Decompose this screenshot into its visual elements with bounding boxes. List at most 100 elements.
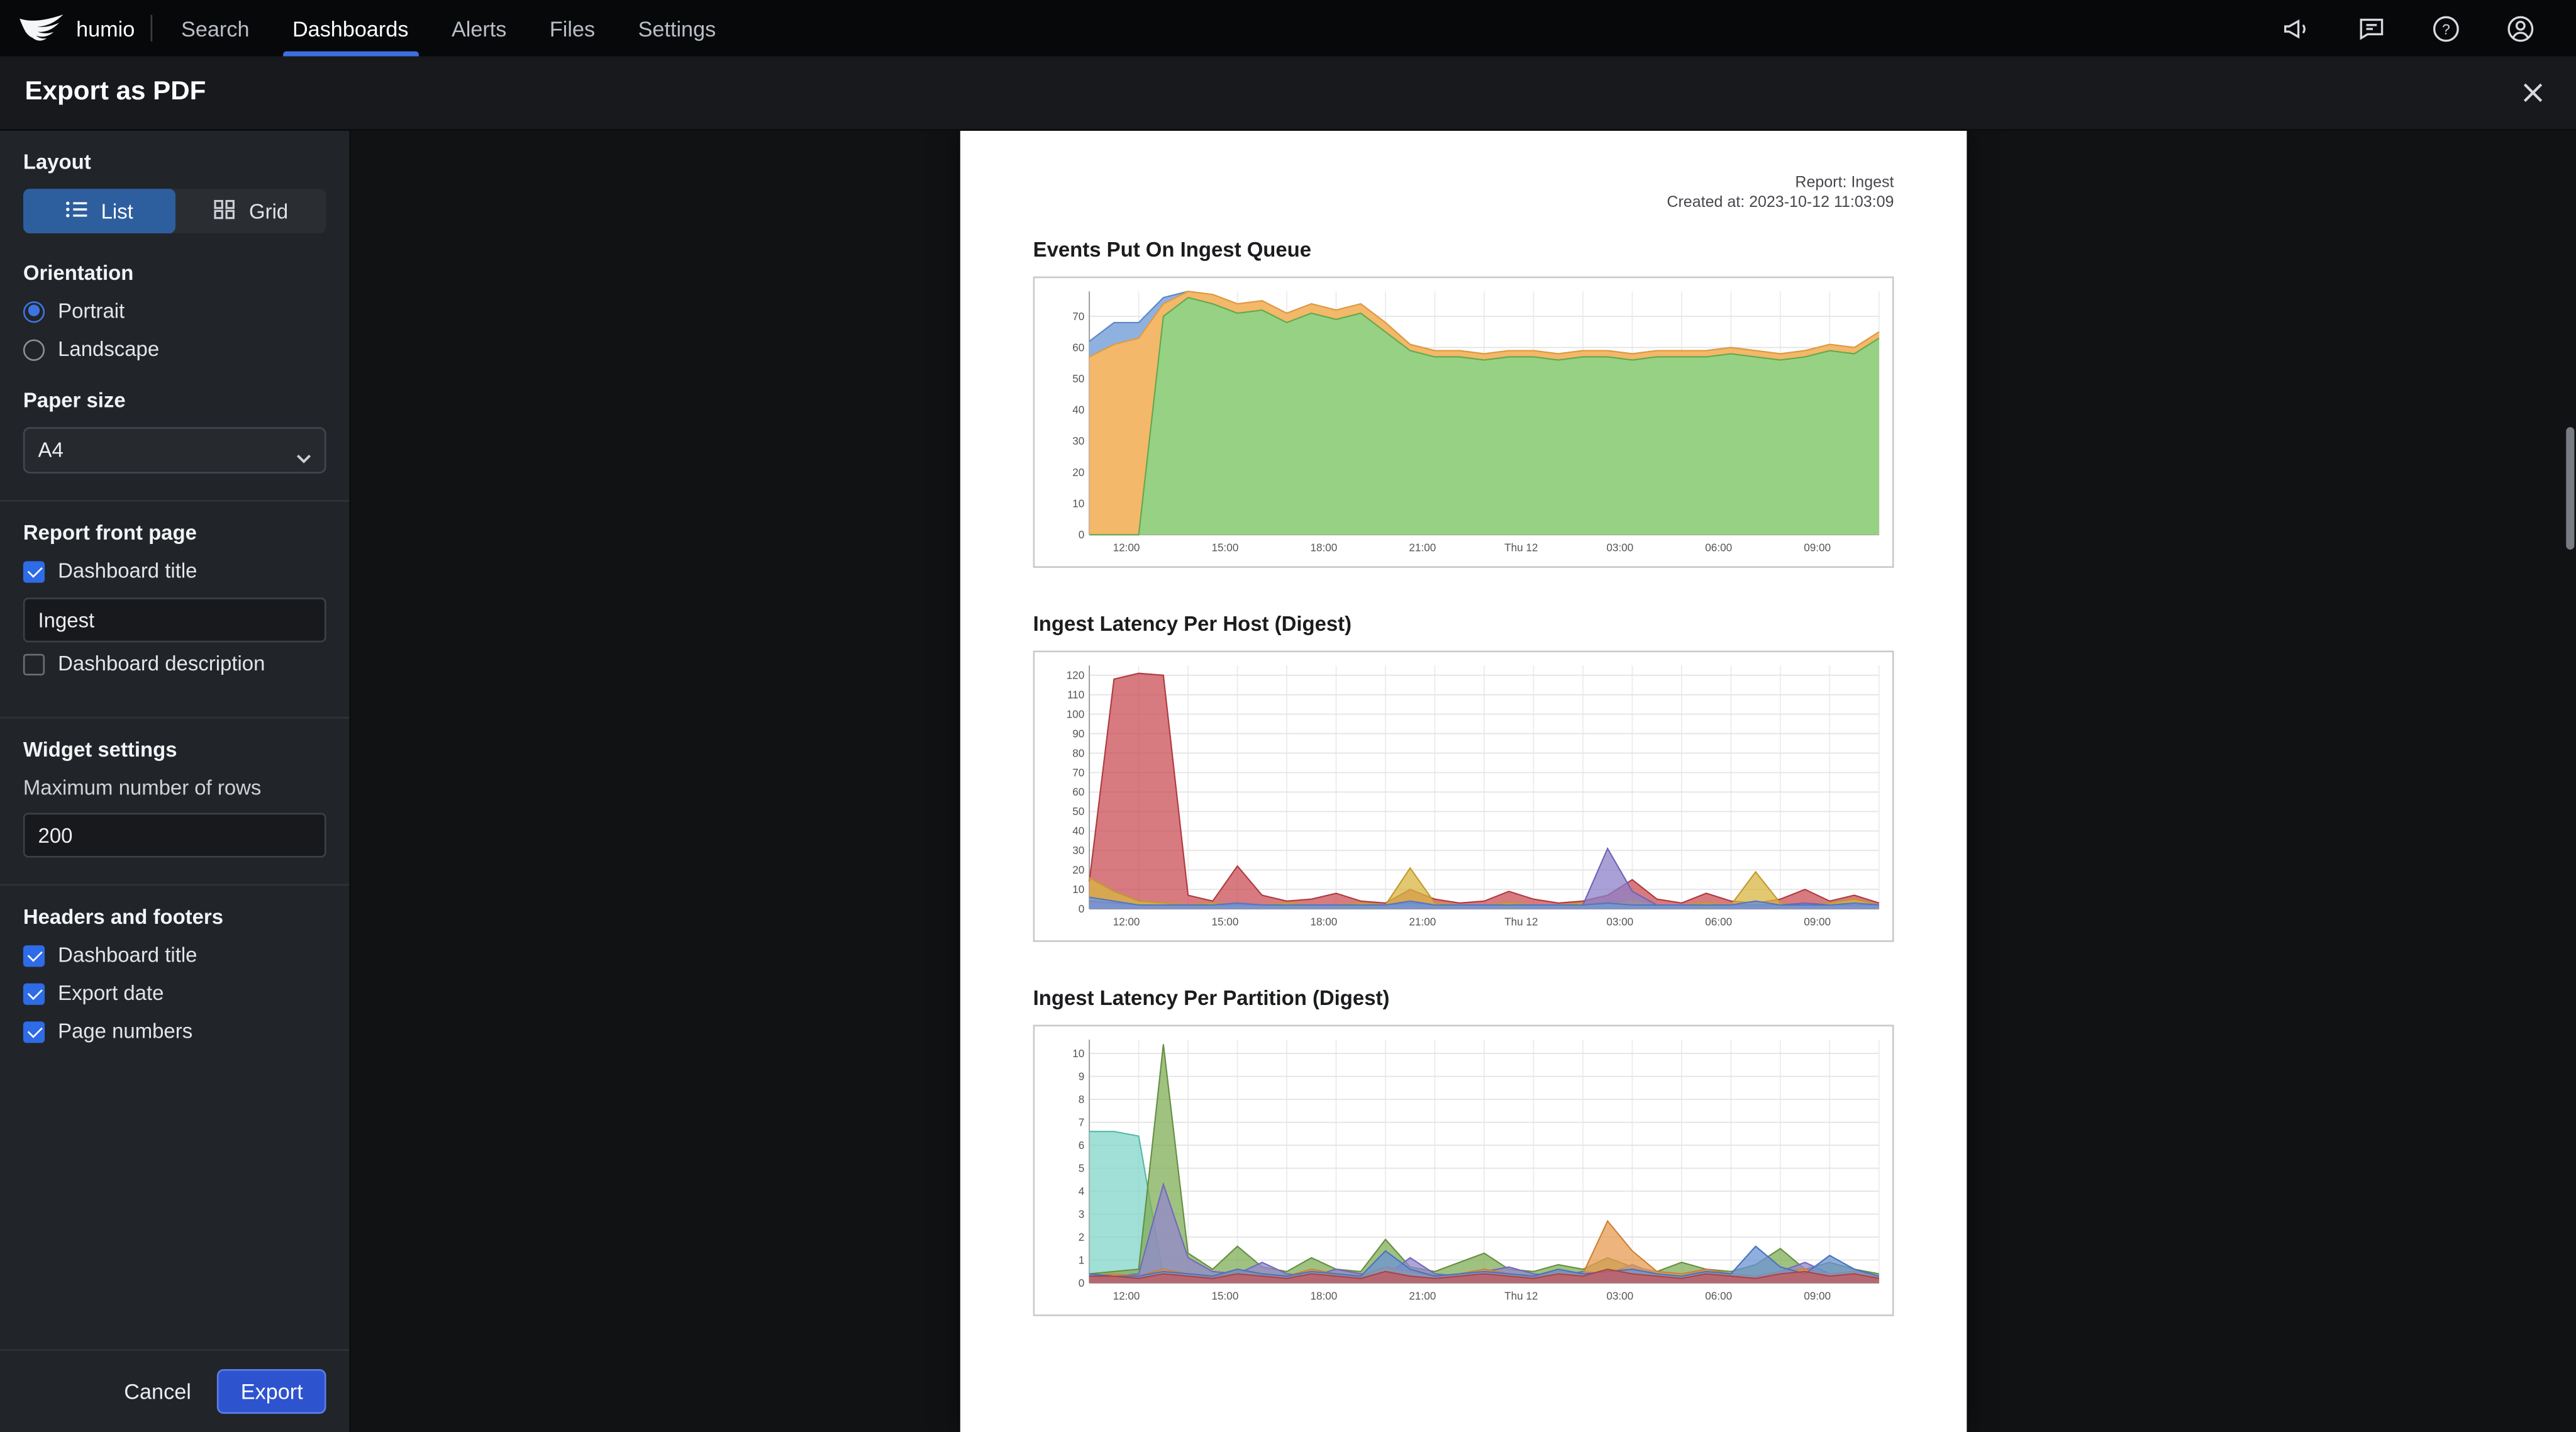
hf-page-numbers-option[interactable]: Page numbers: [23, 1020, 326, 1043]
cancel-button[interactable]: Cancel: [124, 1379, 191, 1404]
report-created-line: Created at: 2023-10-12 11:03:09: [1667, 193, 1894, 212]
max-rows-input[interactable]: [23, 813, 326, 858]
landscape-radio[interactable]: [23, 338, 45, 360]
headers-footers-heading: Headers and footers: [23, 905, 224, 929]
svg-text:30: 30: [1072, 845, 1084, 857]
orientation-portrait-option[interactable]: Portrait: [23, 299, 326, 323]
nav-item-files[interactable]: Files: [528, 0, 617, 57]
dashboard-title-input[interactable]: [23, 597, 326, 643]
svg-text:03:00: 03:00: [1606, 542, 1633, 554]
pdf-preview-page: Report: Ingest Created at: 2023-10-12 11…: [960, 130, 1967, 1432]
hf-export-date-label: Export date: [58, 982, 164, 1005]
svg-text:15:00: 15:00: [1212, 542, 1239, 554]
nav-item-alerts[interactable]: Alerts: [430, 0, 528, 57]
help-icon[interactable]: ?: [2430, 13, 2462, 44]
announcement-icon[interactable]: [2281, 13, 2312, 44]
chart-events-put-on-ingest-queue: 0 10 20 30 40 50 60 70 12:00 15:00 18:00 21:00 Thu 1…: [1033, 276, 1894, 568]
preview-backdrop: Report: Ingest Created at: 2023-10-12 11…: [351, 130, 2576, 1432]
svg-text:10: 10: [1072, 1048, 1084, 1060]
paper-size-select-wrap: A4: [23, 427, 326, 474]
svg-text:110: 110: [1067, 689, 1084, 701]
paper-size-select[interactable]: A4: [23, 427, 326, 474]
nav-right-icons: ?: [2281, 13, 2559, 44]
layout-list-label: List: [101, 199, 133, 223]
svg-text:20: 20: [1072, 467, 1084, 479]
report-name-line: Report: Ingest: [1795, 174, 1894, 192]
svg-text:40: 40: [1072, 825, 1084, 837]
nav-item-dashboards[interactable]: Dashboards: [271, 0, 430, 57]
scrollbar-thumb[interactable]: [2566, 427, 2575, 550]
falcon-logo-icon[interactable]: [16, 10, 66, 47]
front-page-heading: Report front page: [23, 521, 197, 545]
svg-text:1: 1: [1079, 1254, 1085, 1266]
hf-dashboard-title-option[interactable]: Dashboard title: [23, 943, 326, 967]
nav-item-settings[interactable]: Settings: [616, 0, 737, 57]
svg-text:18:00: 18:00: [1310, 916, 1337, 928]
layout-group: Layout List Grid Orientation Portrait La…: [0, 131, 350, 502]
svg-text:21:00: 21:00: [1409, 916, 1436, 928]
portrait-label: Portrait: [58, 299, 125, 323]
hf-dashboard-title-checkbox[interactable]: [23, 944, 45, 967]
orientation-landscape-option[interactable]: Landscape: [23, 338, 326, 361]
svg-text:7: 7: [1079, 1116, 1085, 1128]
hf-export-date-checkbox[interactable]: [23, 982, 45, 1004]
chart-ingest-latency-per-host: 0 10 20 30 40 50 60 70 80 90 100 110 120 12:00 15:00 18…: [1033, 650, 1894, 942]
max-rows-label: Maximum number of rows: [23, 776, 262, 800]
svg-text:0: 0: [1079, 1277, 1085, 1289]
svg-text:60: 60: [1072, 341, 1084, 353]
feedback-icon[interactable]: [2356, 13, 2387, 44]
front-dashboard-title-checkbox[interactable]: [23, 560, 45, 582]
nav-divider: [151, 14, 153, 42]
svg-text:10: 10: [1072, 497, 1084, 509]
hf-export-date-option[interactable]: Export date: [23, 982, 326, 1005]
svg-text:120: 120: [1067, 669, 1085, 681]
svg-text:15:00: 15:00: [1212, 1290, 1239, 1302]
layout-grid-label: Grid: [249, 199, 289, 223]
landscape-label: Landscape: [58, 338, 160, 361]
svg-text:Thu 12: Thu 12: [1504, 916, 1538, 928]
layout-list-button[interactable]: List: [23, 189, 175, 234]
dialog-title: Export as PDF: [25, 77, 206, 106]
svg-text:70: 70: [1072, 767, 1084, 779]
front-dashboard-title-option[interactable]: Dashboard title: [23, 560, 326, 583]
account-icon[interactable]: [2505, 13, 2536, 44]
close-icon[interactable]: [2515, 74, 2551, 111]
hf-page-numbers-checkbox[interactable]: [23, 1020, 45, 1043]
report-front-page-group: Report front page Dashboard title Dashbo…: [0, 502, 350, 719]
svg-text:18:00: 18:00: [1310, 1290, 1337, 1302]
svg-text:06:00: 06:00: [1705, 916, 1732, 928]
widget-settings-heading: Widget settings: [23, 738, 177, 762]
svg-text:Thu 12: Thu 12: [1504, 542, 1538, 554]
svg-text:10: 10: [1072, 884, 1084, 896]
svg-text:30: 30: [1072, 435, 1084, 447]
svg-text:09:00: 09:00: [1804, 542, 1831, 554]
svg-text:06:00: 06:00: [1705, 542, 1732, 554]
svg-text:8: 8: [1079, 1094, 1085, 1106]
report-meta: Report: Ingest Created at: 2023-10-12 11…: [1033, 174, 1894, 213]
app-root: humio Search Dashboards Alerts Files Set…: [0, 0, 2576, 1432]
portrait-radio[interactable]: [23, 300, 45, 323]
front-dashboard-description-checkbox[interactable]: [23, 653, 45, 675]
export-button[interactable]: Export: [217, 1368, 326, 1414]
export-settings-panel: Layout List Grid Orientation Portrait La…: [0, 130, 352, 1432]
svg-text:?: ?: [2442, 20, 2450, 36]
svg-text:6: 6: [1079, 1140, 1085, 1152]
svg-text:Thu 12: Thu 12: [1504, 1290, 1538, 1302]
front-dashboard-description-option[interactable]: Dashboard description: [23, 652, 326, 675]
svg-text:21:00: 21:00: [1409, 1290, 1436, 1302]
layout-heading: Layout: [23, 150, 91, 174]
svg-text:5: 5: [1079, 1162, 1085, 1174]
layout-grid-button[interactable]: Grid: [175, 189, 326, 233]
svg-text:20: 20: [1072, 864, 1084, 876]
nav-item-search[interactable]: Search: [160, 0, 271, 57]
svg-text:18:00: 18:00: [1310, 542, 1337, 554]
svg-text:12:00: 12:00: [1113, 542, 1140, 554]
grid-icon: [213, 198, 237, 225]
svg-text:03:00: 03:00: [1606, 1290, 1633, 1302]
svg-text:50: 50: [1072, 373, 1084, 385]
chart-title-latency-partition: Ingest Latency Per Partition (Digest): [1033, 986, 1390, 1010]
list-icon: [65, 198, 89, 225]
svg-text:15:00: 15:00: [1212, 916, 1239, 928]
dialog-footer: Cancel Export: [0, 1349, 350, 1432]
svg-text:90: 90: [1072, 728, 1084, 740]
